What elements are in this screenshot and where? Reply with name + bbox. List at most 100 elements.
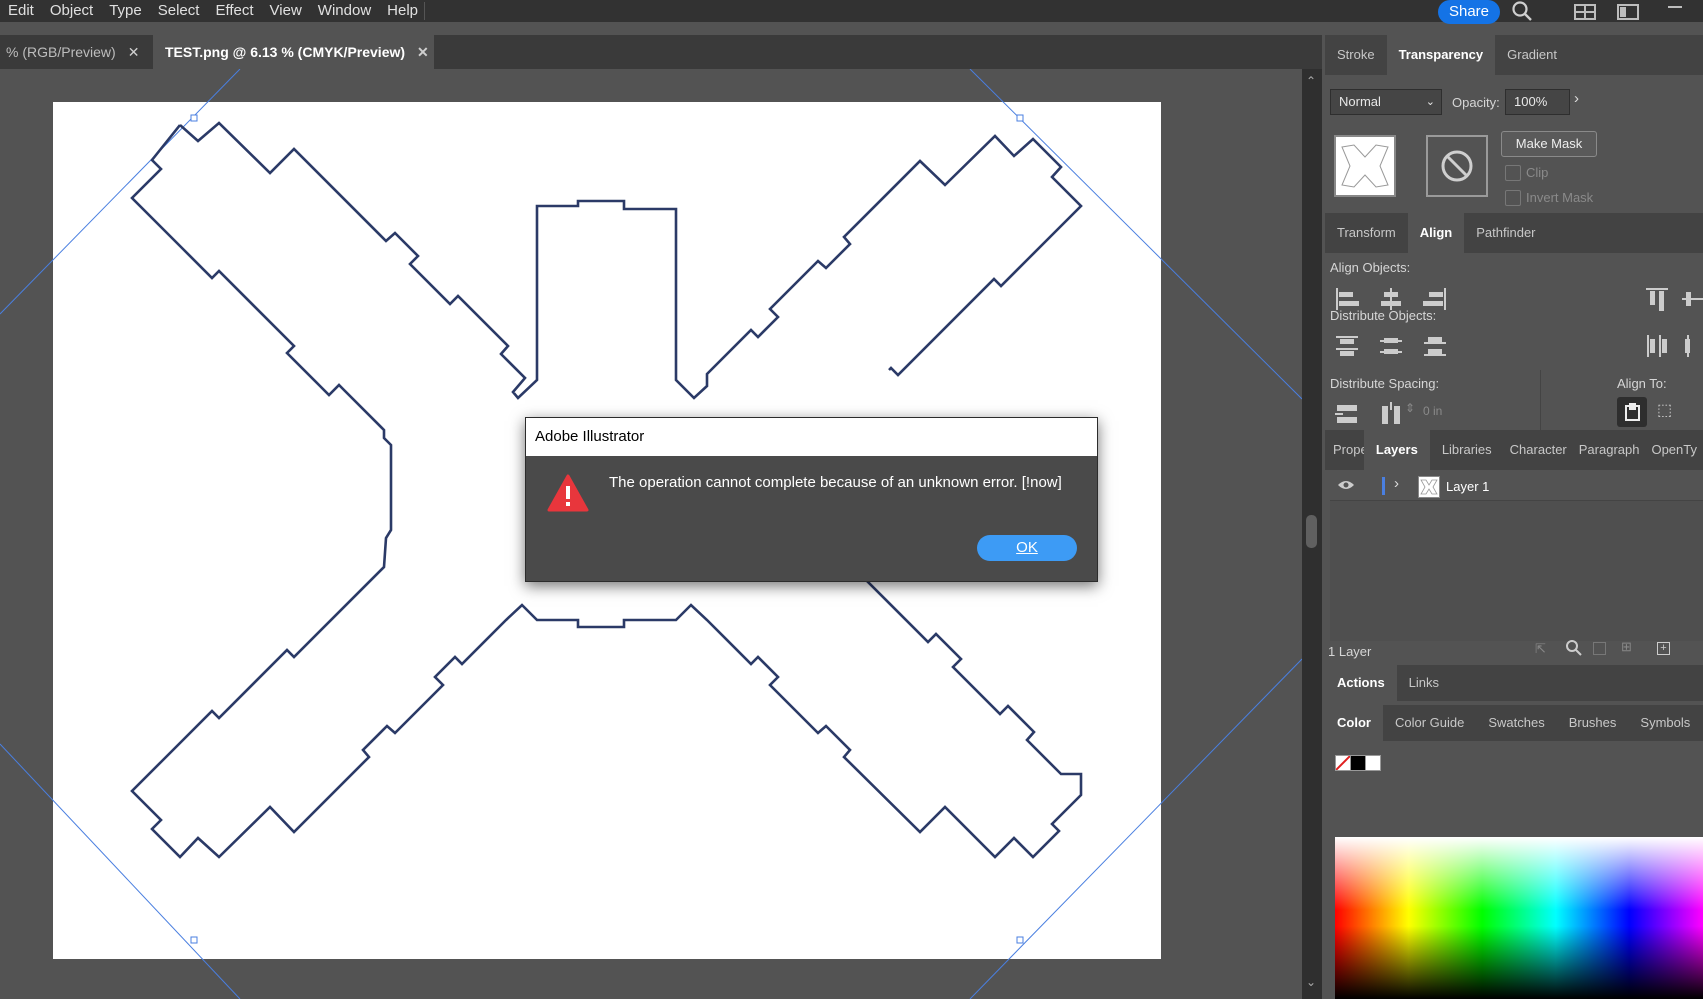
black-swatch[interactable]	[1350, 755, 1366, 771]
divider	[1540, 370, 1541, 430]
doc-tab-label: % (RGB/Preview)	[6, 44, 116, 60]
layer-name[interactable]: Layer 1	[1446, 479, 1489, 494]
white-swatch[interactable]	[1365, 755, 1381, 771]
menu-type[interactable]: Type	[101, 0, 150, 22]
locate-object-icon[interactable]	[1565, 639, 1583, 662]
warning-icon	[547, 474, 589, 517]
tab-transform[interactable]: Transform	[1325, 213, 1408, 253]
align-to-artboard-icon[interactable]	[1617, 397, 1647, 427]
vertical-align-center-icon[interactable]	[1679, 285, 1703, 313]
stepper-icon[interactable]: ⇕	[1405, 401, 1415, 415]
object-thumbnail[interactable]	[1334, 135, 1396, 197]
tab-actions[interactable]: Actions	[1325, 665, 1397, 701]
layer-row[interactable]: › Layer 1	[1330, 472, 1703, 501]
x-shape-path[interactable]	[179, 121, 1083, 400]
tab-layers[interactable]: Layers	[1363, 430, 1430, 470]
tab-libraries[interactable]: Libraries	[1430, 430, 1504, 470]
scroll-up-icon[interactable]: ⌃	[1306, 74, 1316, 88]
tab-properties[interactable]: Propertie:	[1325, 430, 1364, 470]
clipping-mask-icon[interactable]	[1593, 642, 1606, 655]
blend-mode-select[interactable]: Normal ⌄	[1330, 89, 1442, 115]
distribute-left-icon[interactable]	[1643, 332, 1671, 360]
dialog-title: Adobe Illustrator	[526, 418, 1097, 456]
layer-count: 1 Layer	[1328, 644, 1372, 659]
search-icon[interactable]	[1511, 0, 1533, 27]
distribute-bottom-icon[interactable]	[1421, 332, 1449, 360]
align-tab-row: Transform Align Pathfinder	[1325, 213, 1703, 253]
tab-transparency[interactable]: Transparency	[1386, 35, 1496, 75]
scroll-down-icon[interactable]: ⌄	[1306, 975, 1316, 989]
distribute-horizontal-center-icon[interactable]	[1679, 332, 1703, 360]
layer-color-bar	[1382, 477, 1385, 495]
menu-window[interactable]: Window	[310, 0, 379, 22]
document-tab-bar: % (RGB/Preview) ✕ TEST.png @ 6.13 % (CMYK…	[0, 35, 1322, 69]
color-spectrum[interactable]	[1335, 837, 1703, 999]
new-sublayer-icon[interactable]: ⊞	[1621, 639, 1632, 655]
minimize-icon[interactable]	[1668, 6, 1682, 8]
export-icon[interactable]: ⇱	[1535, 641, 1546, 657]
tab-align[interactable]: Align	[1407, 213, 1465, 253]
align-to-label: Align To:	[1617, 376, 1667, 391]
distribute-spacing-label: Distribute Spacing:	[1330, 376, 1440, 391]
no-mask-icon	[1441, 150, 1473, 182]
tab-links[interactable]: Links	[1397, 665, 1451, 701]
tab-swatches[interactable]: Swatches	[1476, 705, 1556, 741]
tab-character[interactable]: Character	[1504, 430, 1573, 470]
menu-help[interactable]: Help	[379, 0, 426, 22]
invert-mask-checkbox[interactable]	[1505, 190, 1521, 206]
doc-tab-active[interactable]: TEST.png @ 6.13 % (CMYK/Preview) ✕	[153, 35, 434, 69]
scrollbar-thumb[interactable]	[1306, 515, 1317, 548]
tab-stroke[interactable]: Stroke	[1325, 35, 1387, 75]
close-icon[interactable]: ✕	[417, 44, 429, 60]
tab-color-guide[interactable]: Color Guide	[1383, 705, 1476, 741]
expand-chevron-icon[interactable]: ›	[1394, 475, 1399, 492]
menu-effect[interactable]: Effect	[207, 0, 261, 22]
opacity-input[interactable]: 100%	[1505, 89, 1570, 115]
spacing-input[interactable]: 0 in	[1423, 404, 1442, 418]
chevron-right-icon[interactable]: ›	[1574, 90, 1579, 107]
none-swatch-icon[interactable]	[1335, 755, 1351, 771]
chevron-down-icon: ⌄	[1425, 96, 1435, 108]
make-mask-button[interactable]: Make Mask	[1501, 131, 1597, 157]
tab-opentype[interactable]: OpenTy	[1645, 430, 1703, 470]
clip-label: Clip	[1526, 165, 1549, 180]
layer-thumbnail	[1418, 476, 1440, 498]
doc-tab-inactive[interactable]: % (RGB/Preview) ✕	[0, 35, 154, 69]
new-layer-icon[interactable]: +	[1657, 642, 1670, 655]
mask-thumbnail[interactable]	[1426, 135, 1488, 197]
align-to-selection-icon[interactable]: ⬚	[1657, 400, 1672, 420]
distribute-top-icon[interactable]	[1333, 332, 1361, 360]
distribute-objects-label: Distribute Objects:	[1330, 308, 1437, 323]
eye-icon[interactable]	[1337, 478, 1355, 497]
workspace-icon[interactable]	[1617, 3, 1639, 26]
menu-select[interactable]: Select	[150, 0, 208, 22]
arrange-documents-icon[interactable]	[1574, 3, 1596, 26]
transparency-tab-row: Stroke Transparency Gradient	[1325, 35, 1703, 75]
invert-mask-label: Invert Mask	[1526, 190, 1594, 205]
tab-gradient[interactable]: Gradient	[1495, 35, 1569, 75]
dialog-title-text: Adobe Illustrator	[535, 428, 645, 445]
clip-checkbox[interactable]	[1505, 165, 1521, 181]
opacity-label: Opacity:	[1452, 95, 1500, 110]
actions-tab-row: Actions Links	[1325, 665, 1703, 701]
layers-list: › Layer 1	[1330, 472, 1703, 641]
vertical-align-top-icon[interactable]	[1643, 285, 1671, 313]
tab-paragraph[interactable]: Paragraph	[1573, 430, 1646, 470]
menu-object[interactable]: Object	[42, 0, 101, 22]
blend-mode-value: Normal	[1339, 94, 1381, 109]
horizontal-distribute-space-icon[interactable]	[1377, 400, 1405, 428]
vertical-distribute-space-icon[interactable]	[1333, 400, 1361, 428]
distribute-vertical-center-icon[interactable]	[1377, 332, 1405, 360]
menu-view[interactable]: View	[262, 0, 310, 22]
color-tab-row: Color Color Guide Swatches Brushes Symbo…	[1325, 705, 1703, 741]
close-icon[interactable]: ✕	[128, 44, 140, 60]
share-button[interactable]: Share	[1438, 0, 1500, 24]
menu-divider	[424, 2, 425, 20]
tab-symbols[interactable]: Symbols	[1628, 705, 1702, 741]
tab-pathfinder[interactable]: Pathfinder	[1464, 213, 1547, 253]
menu-edit[interactable]: Edit	[0, 0, 42, 22]
ok-button[interactable]: OK	[977, 535, 1077, 561]
tab-color[interactable]: Color	[1325, 705, 1383, 741]
tab-brushes[interactable]: Brushes	[1557, 705, 1629, 741]
dialog-message: The operation cannot complete because of…	[609, 474, 1062, 491]
